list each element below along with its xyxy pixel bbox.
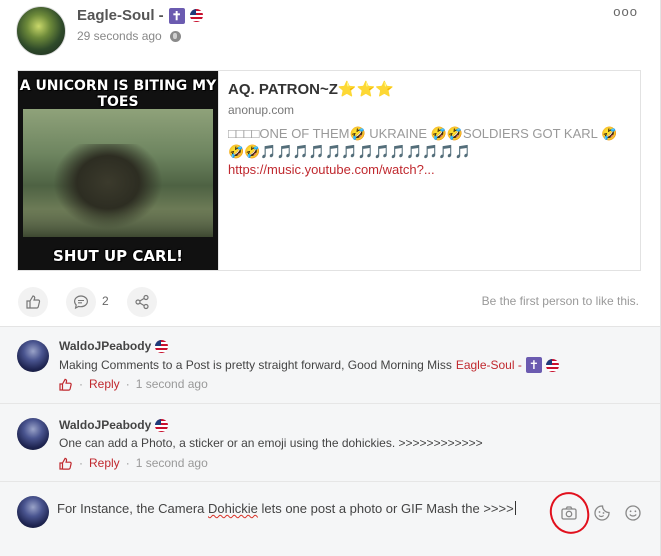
composer-avatar [17, 496, 49, 528]
comment-button[interactable] [66, 287, 96, 317]
comment-author-name[interactable]: WaldoJPeabody [59, 418, 151, 432]
post-author-name[interactable]: Eagle-Soul - [77, 7, 164, 24]
link-preview-card[interactable]: A UNICORN IS BITING MY TOES SHUT UP CARL… [17, 70, 641, 271]
meta-dot: · [125, 456, 130, 470]
cross-badge-icon: ✝ [525, 357, 542, 373]
comment-time[interactable]: 1 second ago [136, 456, 208, 470]
us-flag-icon [155, 418, 169, 432]
meme-top-caption: A UNICORN IS BITING MY TOES [19, 78, 217, 110]
comment-divider [0, 403, 660, 404]
meta-dot: · [79, 456, 83, 470]
comment-body: One can add a Photo, a sticker or an emo… [59, 436, 483, 450]
link-url[interactable]: https://music.youtube.com/watch?... [228, 162, 435, 177]
meme-photo [23, 109, 213, 237]
comment-meta: · Reply · 1 second ago [59, 456, 208, 470]
post-card: Eagle-Soul - ✝ 29 seconds ago ooo A UNIC… [0, 0, 661, 556]
globe-icon [169, 30, 181, 42]
post-timestamp: 29 seconds ago [77, 29, 181, 43]
link-title[interactable]: AQ. PATRON~Z⭐⭐⭐ [228, 80, 394, 98]
comment-author[interactable]: WaldoJPeabody [59, 339, 169, 353]
post-time-text[interactable]: 29 seconds ago [77, 29, 162, 43]
comment-input[interactable]: For Instance, the Camera Dohickie lets o… [57, 501, 516, 516]
comment-text: One can add a Photo, a sticker or an emo… [59, 436, 483, 450]
meta-dot: · [79, 377, 83, 391]
thumbs-up-icon [26, 295, 41, 309]
comment-meta: · Reply · 1 second ago [59, 377, 208, 391]
us-flag-icon [155, 339, 169, 353]
comment-avatar[interactable] [17, 340, 49, 372]
reply-link[interactable]: Reply [89, 377, 120, 391]
composer-text-end: lets one post a photo or GIF Mash the >>… [257, 501, 514, 516]
post-actions: 2 Be the first person to like this. [0, 283, 660, 321]
reply-link[interactable]: Reply [89, 456, 120, 470]
comment-avatar[interactable] [17, 418, 49, 450]
meta-dot: · [125, 377, 130, 391]
composer-misspelled-word: Dohickie [208, 501, 258, 516]
comment-author[interactable]: WaldoJPeabody [59, 418, 169, 432]
post-author[interactable]: Eagle-Soul - ✝ [77, 7, 203, 24]
more-options-button[interactable]: ooo [613, 4, 638, 19]
comment-text: Making Comments to a Post is pretty stra… [59, 357, 559, 373]
comment-author-name[interactable]: WaldoJPeabody [59, 339, 151, 353]
cross-badge-icon: ✝ [168, 7, 185, 24]
comment-bubble-icon [73, 295, 89, 310]
link-description: □□□□ONE OF THEM🤣 UKRAINE 🤣🤣SOLDIERS GOT … [228, 126, 618, 159]
author-avatar[interactable] [16, 6, 66, 56]
us-flag-icon [189, 9, 203, 22]
text-caret [514, 501, 516, 515]
comment-mention[interactable]: Eagle-Soul - [456, 358, 522, 372]
like-button[interactable] [18, 287, 48, 317]
emoji-button[interactable] [623, 503, 643, 523]
comment-time[interactable]: 1 second ago [136, 377, 208, 391]
share-icon [135, 294, 149, 310]
link-domain: anonup.com [228, 103, 295, 117]
comment-body: Making Comments to a Post is pretty stra… [59, 358, 452, 372]
comment-like-icon[interactable] [59, 378, 73, 391]
us-flag-icon [545, 358, 559, 372]
link-preview-image[interactable]: A UNICORN IS BITING MY TOES SHUT UP CARL… [18, 71, 218, 270]
comment-divider [0, 481, 660, 482]
smiley-icon [625, 505, 641, 521]
sticker-icon [594, 505, 610, 521]
sticker-button[interactable] [592, 503, 612, 523]
composer-text-start: For Instance, the Camera [57, 501, 209, 516]
comment-count: 2 [102, 294, 109, 308]
like-prompt-text: Be the first person to like this. [481, 294, 639, 308]
meme-bottom-caption: SHUT UP CARL! [53, 247, 183, 265]
card-divider [218, 71, 219, 270]
share-button[interactable] [127, 287, 157, 317]
comment-like-icon[interactable] [59, 457, 73, 470]
